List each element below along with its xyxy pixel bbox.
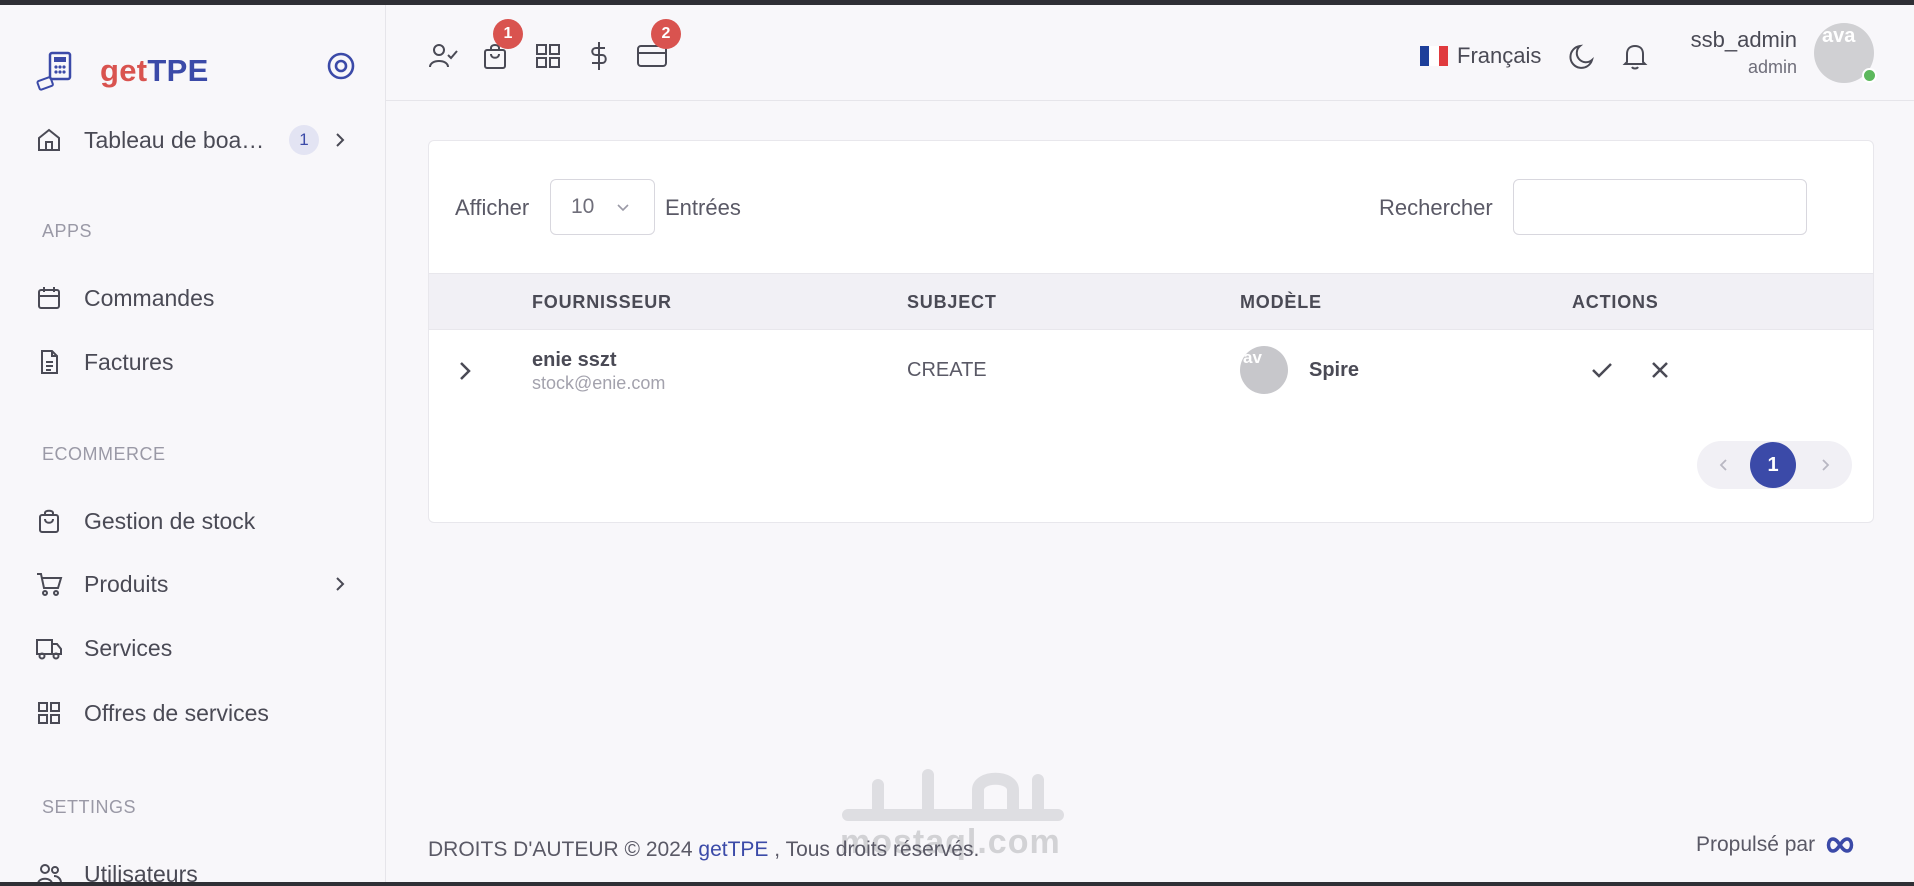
table-header: FOURNISSEUR SUBJECT MODÈLE ACTIONS <box>429 273 1873 330</box>
subject-value: CREATE <box>907 359 987 381</box>
footer-powered-by: Propulsé par <box>1696 833 1855 857</box>
model-avatar: av <box>1240 346 1288 394</box>
sidebar-item-dashboard[interactable]: Tableau de boa… 1 <box>34 118 364 162</box>
sidebar-item-gestion-stock[interactable]: Gestion de stock <box>34 499 364 543</box>
brand[interactable]: getTPE <box>34 47 209 95</box>
supplier-email: stock@enie.com <box>532 373 666 393</box>
column-header-subject[interactable]: SUBJECT <box>907 292 997 313</box>
sidebar: getTPE Tableau de boa… 1 APPS Commandes … <box>0 5 386 882</box>
sidebar-item-commandes[interactable]: Commandes <box>34 276 364 320</box>
infinity-logo-icon[interactable] <box>1825 835 1855 855</box>
home-icon <box>34 125 64 155</box>
page-size-select[interactable]: 10 <box>550 179 655 235</box>
window-bottom-border <box>0 882 1914 886</box>
chevron-right-icon <box>336 133 345 147</box>
card-count-badge: 2 <box>651 19 681 49</box>
shopping-bag-icon <box>34 506 64 536</box>
entries-label: Entrées <box>665 195 741 220</box>
top-navbar: 1 2 Français ssb_admin admin ava <box>386 5 1914 101</box>
sidebar-item-services[interactable]: Services <box>34 626 364 670</box>
reject-close-icon[interactable] <box>1647 357 1673 383</box>
sidebar-item-offres-services[interactable]: Offres de services <box>34 691 364 735</box>
page-size-value: 10 <box>571 195 595 218</box>
sidebar-toggle-icon[interactable] <box>325 50 357 82</box>
chevron-left-icon[interactable] <box>1714 455 1734 475</box>
avatar-alt-text: ava <box>1822 25 1856 47</box>
moon-icon[interactable] <box>1566 39 1600 73</box>
bag-count-badge: 1 <box>493 19 523 49</box>
show-label: Afficher <box>455 195 530 220</box>
sidebar-item-factures[interactable]: Factures <box>34 340 364 384</box>
grid-icon[interactable] <box>531 39 565 73</box>
user-check-icon[interactable] <box>426 39 460 73</box>
model-avatar-alt-text: av <box>1243 348 1262 367</box>
users-icon <box>34 859 64 882</box>
calculator-logo-icon <box>36 51 72 91</box>
search-label: Rechercher <box>1379 195 1493 220</box>
chevron-right-icon[interactable] <box>453 359 477 383</box>
cart-icon <box>34 569 64 599</box>
search-input[interactable] <box>1513 179 1807 235</box>
footer-copyright: DROITS D'AUTEUR © 2024 getTPE , Tous dro… <box>428 838 980 861</box>
online-status-dot <box>1862 68 1877 83</box>
section-title-settings: SETTINGS <box>42 797 137 817</box>
truck-icon <box>34 633 64 663</box>
column-header-fournisseur[interactable]: FOURNISSEUR <box>532 292 672 313</box>
column-header-modele[interactable]: MODÈLE <box>1240 292 1322 313</box>
france-flag-icon <box>1420 46 1448 66</box>
model-name: Spire <box>1309 359 1360 381</box>
user-name[interactable]: ssb_admin <box>1691 27 1797 53</box>
brand-name: getTPE <box>100 53 209 88</box>
section-title-apps: APPS <box>42 221 93 241</box>
user-role: admin <box>1747 57 1797 77</box>
sidebar-item-produits[interactable]: Produits <box>34 562 364 606</box>
file-icon <box>34 347 64 377</box>
footer-brand-link[interactable]: getTPE <box>698 838 768 861</box>
page-button-current[interactable]: 1 <box>1750 442 1796 488</box>
approve-check-icon[interactable] <box>1589 357 1615 383</box>
sidebar-item-utilisateurs[interactable]: Utilisateurs <box>34 852 364 882</box>
column-header-actions: ACTIONS <box>1572 292 1659 312</box>
calendar-icon <box>34 283 64 313</box>
chevron-right-icon <box>336 577 345 591</box>
suppliers-table-card: Afficher 10 Entrées Rechercher FOURNISSE… <box>428 140 1874 523</box>
supplier-name: enie sszt <box>532 349 617 371</box>
language-selector[interactable]: Français <box>1420 41 1541 71</box>
chevron-down-icon <box>617 204 629 212</box>
dashboard-badge: 1 <box>289 125 319 155</box>
pagination: 1 <box>1697 441 1852 489</box>
grid-icon <box>34 698 64 728</box>
section-title-ecommerce: ECOMMERCE <box>42 444 166 464</box>
dollar-icon[interactable] <box>582 39 616 73</box>
bell-icon[interactable] <box>1618 39 1652 73</box>
chevron-right-icon[interactable] <box>1815 455 1835 475</box>
